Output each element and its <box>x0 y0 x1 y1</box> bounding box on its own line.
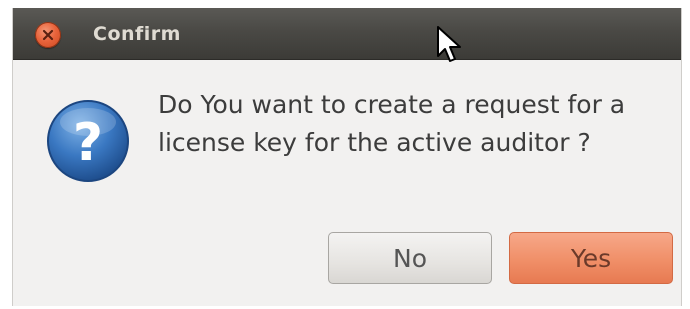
title-bar[interactable]: Confirm <box>13 8 681 60</box>
no-button-label: No <box>393 243 427 273</box>
dialog-message: Do You want to create a request for a li… <box>158 90 626 157</box>
yes-button-label: Yes <box>570 243 612 273</box>
close-icon <box>42 29 54 41</box>
yes-button[interactable]: Yes <box>509 232 673 284</box>
window-title: Confirm <box>93 23 181 45</box>
close-button[interactable] <box>35 22 61 48</box>
question-icon: ? <box>47 100 129 182</box>
svg-text:?: ? <box>73 113 103 173</box>
confirm-dialog: Confirm ? Do You want to create a reques… <box>12 8 682 306</box>
no-button[interactable]: No <box>328 232 492 284</box>
mouse-pointer-icon <box>437 26 461 62</box>
